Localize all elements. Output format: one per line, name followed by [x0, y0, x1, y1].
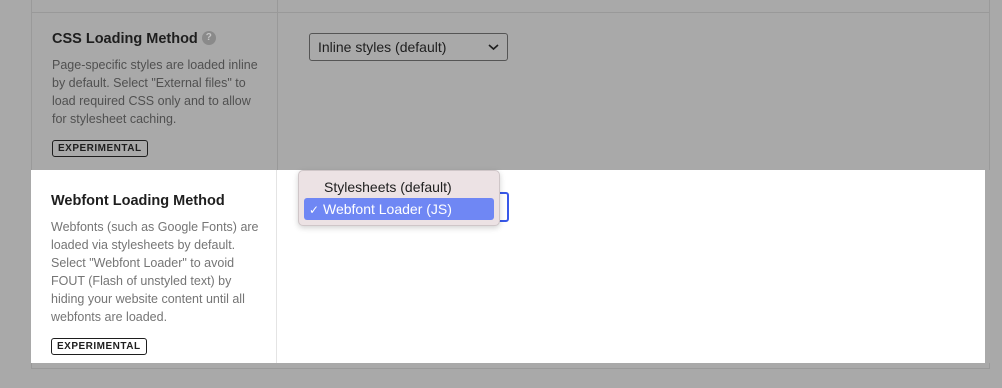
webfont-loading-row: Webfont Loading Method Webfonts (such as…	[31, 170, 985, 363]
css-loading-description: Page-specific styles are loaded inline b…	[52, 58, 258, 126]
webfont-loading-description: Webfonts (such as Google Fonts) are load…	[51, 220, 259, 324]
css-loading-title: CSS Loading Method	[52, 31, 198, 47]
webfont-loading-title: Webfont Loading Method	[51, 193, 225, 209]
experimental-badge: EXPERIMENTAL	[52, 140, 148, 157]
column-divider	[277, 0, 278, 170]
option-webfont-loader[interactable]: ✓ Webfont Loader (JS)	[304, 198, 494, 220]
checkmark-icon: ✓	[309, 203, 320, 217]
help-icon[interactable]: ?	[201, 31, 216, 45]
css-loading-select[interactable]: Inline styles (default)	[309, 33, 508, 61]
css-label-column: CSS Loading Method? Page-specific styles…	[52, 30, 262, 157]
css-loading-row: CSS Loading Method? Page-specific styles…	[31, 0, 990, 170]
chevron-down-icon	[488, 44, 499, 51]
experimental-badge: EXPERIMENTAL	[51, 338, 147, 355]
webfont-dropdown-menu: Stylesheets (default) ✓ Webfont Loader (J…	[298, 170, 500, 226]
option-label: Webfont Loader (JS)	[323, 201, 452, 217]
option-stylesheets[interactable]: Stylesheets (default)	[304, 176, 494, 198]
column-divider	[276, 170, 277, 363]
webfont-label-column: Webfont Loading Method Webfonts (such as…	[51, 192, 261, 355]
panel-bottom-edge	[31, 363, 990, 369]
css-loading-select-value: Inline styles (default)	[318, 39, 447, 55]
row-divider	[32, 12, 989, 13]
